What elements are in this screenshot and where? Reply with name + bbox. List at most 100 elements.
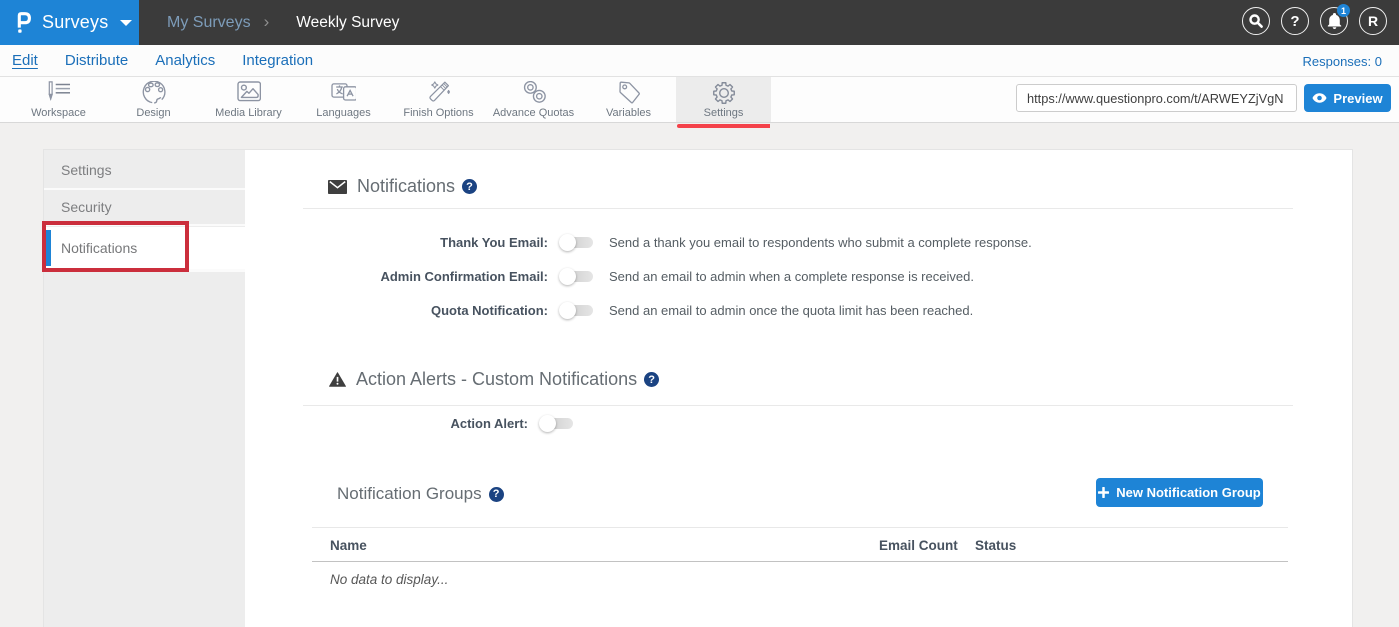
sidebar-item-security[interactable]: Security	[44, 190, 245, 224]
column-header-email-count: Email Count	[879, 538, 958, 553]
variables-icon	[617, 81, 641, 105]
responses-count[interactable]: Responses: 0	[1303, 54, 1383, 69]
chevron-down-icon	[120, 20, 132, 26]
action-alert-toggle[interactable]	[540, 417, 573, 430]
action-alert-rows: Action Alert:	[303, 406, 573, 440]
survey-nav-tabs: Edit Distribute Analytics Integration Re…	[0, 45, 1399, 77]
thank-you-email-toggle[interactable]	[560, 236, 593, 249]
tab-analytics[interactable]: Analytics	[155, 52, 215, 69]
search-icon	[1248, 13, 1264, 29]
toolbar-item-workspace[interactable]: Workspace	[11, 77, 106, 122]
sidebar-item-settings[interactable]: Settings	[44, 152, 245, 189]
sidebar-item-label: Security	[61, 199, 112, 215]
workspace-icon	[47, 81, 71, 105]
page-content: Settings Security Notifications Notifica…	[0, 123, 1399, 626]
column-header-status: Status	[975, 538, 1016, 553]
languages-icon	[331, 81, 356, 105]
toolbar-item-label: Advance Quotas	[486, 107, 581, 119]
toggle-knob	[559, 268, 576, 285]
survey-url-input[interactable]	[1016, 84, 1297, 112]
settings-card: Settings Security Notifications Notifica…	[44, 150, 1352, 627]
product-label: Surveys	[42, 12, 108, 33]
settings-sidebar: Settings Security Notifications	[44, 150, 245, 627]
eye-icon	[1312, 93, 1327, 103]
notification-groups-table: Name Email Count Status No data to displ…	[312, 527, 1288, 587]
questionpro-logo-icon	[17, 12, 31, 33]
breadcrumb-parent[interactable]: My Surveys	[167, 14, 251, 32]
envelope-icon	[328, 180, 347, 194]
toggle-knob	[539, 415, 556, 432]
help-badge-icon[interactable]: ?	[644, 372, 659, 387]
sidebar-separator	[44, 269, 245, 272]
settings-main: Notifications ? Thank You Email: Send a …	[245, 150, 1352, 627]
breadcrumb: My Surveys › Weekly Survey	[167, 0, 399, 45]
field-description: Send a thank you email to respondents wh…	[609, 235, 1032, 250]
design-icon	[142, 81, 166, 105]
notification-badge: 1	[1337, 4, 1350, 17]
toolbar-item-label: Workspace	[11, 107, 106, 119]
breadcrumb-separator-icon: ›	[264, 12, 270, 32]
toolbar-item-label: Languages	[296, 107, 391, 119]
product-switcher[interactable]: Surveys	[0, 0, 139, 45]
toolbar-item-media-library[interactable]: Media Library	[201, 77, 296, 122]
media-library-icon	[237, 81, 261, 105]
admin-confirmation-email-toggle[interactable]	[560, 270, 593, 283]
notifications-button[interactable]: 1	[1320, 7, 1348, 35]
new-notification-group-button[interactable]: New Notification Group	[1096, 478, 1263, 507]
search-button[interactable]	[1242, 7, 1270, 35]
topbar: Surveys My Surveys › Weekly Survey ? 1 R	[0, 0, 1399, 45]
thank-you-email-row: Thank You Email: Send a thank you email …	[303, 225, 1032, 259]
action-alerts-section-header: Action Alerts - Custom Notifications ?	[329, 369, 659, 390]
help-badge-icon[interactable]: ?	[462, 179, 477, 194]
breadcrumb-current: Weekly Survey	[296, 14, 399, 32]
notifications-section-header: Notifications ?	[328, 176, 477, 197]
notification-toggle-rows: Thank You Email: Send a thank you email …	[303, 225, 1032, 327]
toolbar-item-label: Settings	[676, 107, 771, 119]
tab-distribute[interactable]: Distribute	[65, 52, 128, 69]
toggle-knob	[559, 302, 576, 319]
toolbar-item-variables[interactable]: Variables	[581, 77, 676, 122]
section-divider	[303, 208, 1293, 209]
notification-groups-section-header: Notification Groups ?	[337, 484, 504, 504]
plus-icon	[1098, 487, 1109, 498]
admin-confirmation-email-row: Admin Confirmation Email: Send an email …	[303, 259, 1032, 293]
sidebar-item-label: Settings	[61, 162, 112, 178]
advance-quotas-icon	[522, 81, 546, 105]
toolbar-item-settings[interactable]: Settings	[676, 77, 771, 122]
warning-triangle-icon	[329, 372, 346, 387]
field-description: Send an email to admin once the quota li…	[609, 303, 973, 318]
settings-gear-icon	[712, 81, 736, 105]
toolbar-item-label: Finish Options	[391, 107, 486, 119]
toolbar-item-advance-quotas[interactable]: Advance Quotas	[486, 77, 581, 122]
quota-notification-row: Quota Notification: Send an email to adm…	[303, 293, 1032, 327]
field-label: Quota Notification:	[303, 303, 548, 318]
avatar[interactable]: R	[1359, 7, 1387, 35]
toolbar-item-label: Media Library	[201, 107, 296, 119]
toolbar-item-label: Design	[106, 107, 201, 119]
edit-toolbar: Workspace Design Media Library Languages…	[0, 77, 1399, 123]
preview-button-label: Preview	[1333, 91, 1382, 106]
tab-integration[interactable]: Integration	[242, 52, 313, 69]
toolbar-item-finish-options[interactable]: Finish Options	[391, 77, 486, 122]
field-description: Send an email to admin when a complete r…	[609, 269, 974, 284]
toolbar-item-design[interactable]: Design	[106, 77, 201, 122]
section-title: Action Alerts - Custom Notifications	[356, 369, 637, 390]
toolbar-item-languages[interactable]: Languages	[296, 77, 391, 122]
help-badge-icon[interactable]: ?	[489, 487, 504, 502]
sidebar-item-label: Notifications	[61, 240, 137, 256]
column-header-name: Name	[330, 538, 367, 553]
field-label: Thank You Email:	[303, 235, 548, 250]
tab-edit[interactable]: Edit	[12, 52, 38, 69]
field-label: Admin Confirmation Email:	[303, 269, 548, 284]
active-toolbar-underline	[677, 124, 770, 128]
toggle-knob	[559, 234, 576, 251]
toolbar-item-label: Variables	[581, 107, 676, 119]
help-button[interactable]: ?	[1281, 7, 1309, 35]
field-label: Action Alert:	[303, 416, 528, 431]
table-empty-message: No data to display...	[312, 562, 1288, 587]
quota-notification-toggle[interactable]	[560, 304, 593, 317]
section-title: Notifications	[357, 176, 455, 197]
help-icon: ?	[1290, 13, 1299, 30]
preview-button[interactable]: Preview	[1304, 84, 1391, 112]
sidebar-item-notifications[interactable]: Notifications	[44, 227, 245, 270]
